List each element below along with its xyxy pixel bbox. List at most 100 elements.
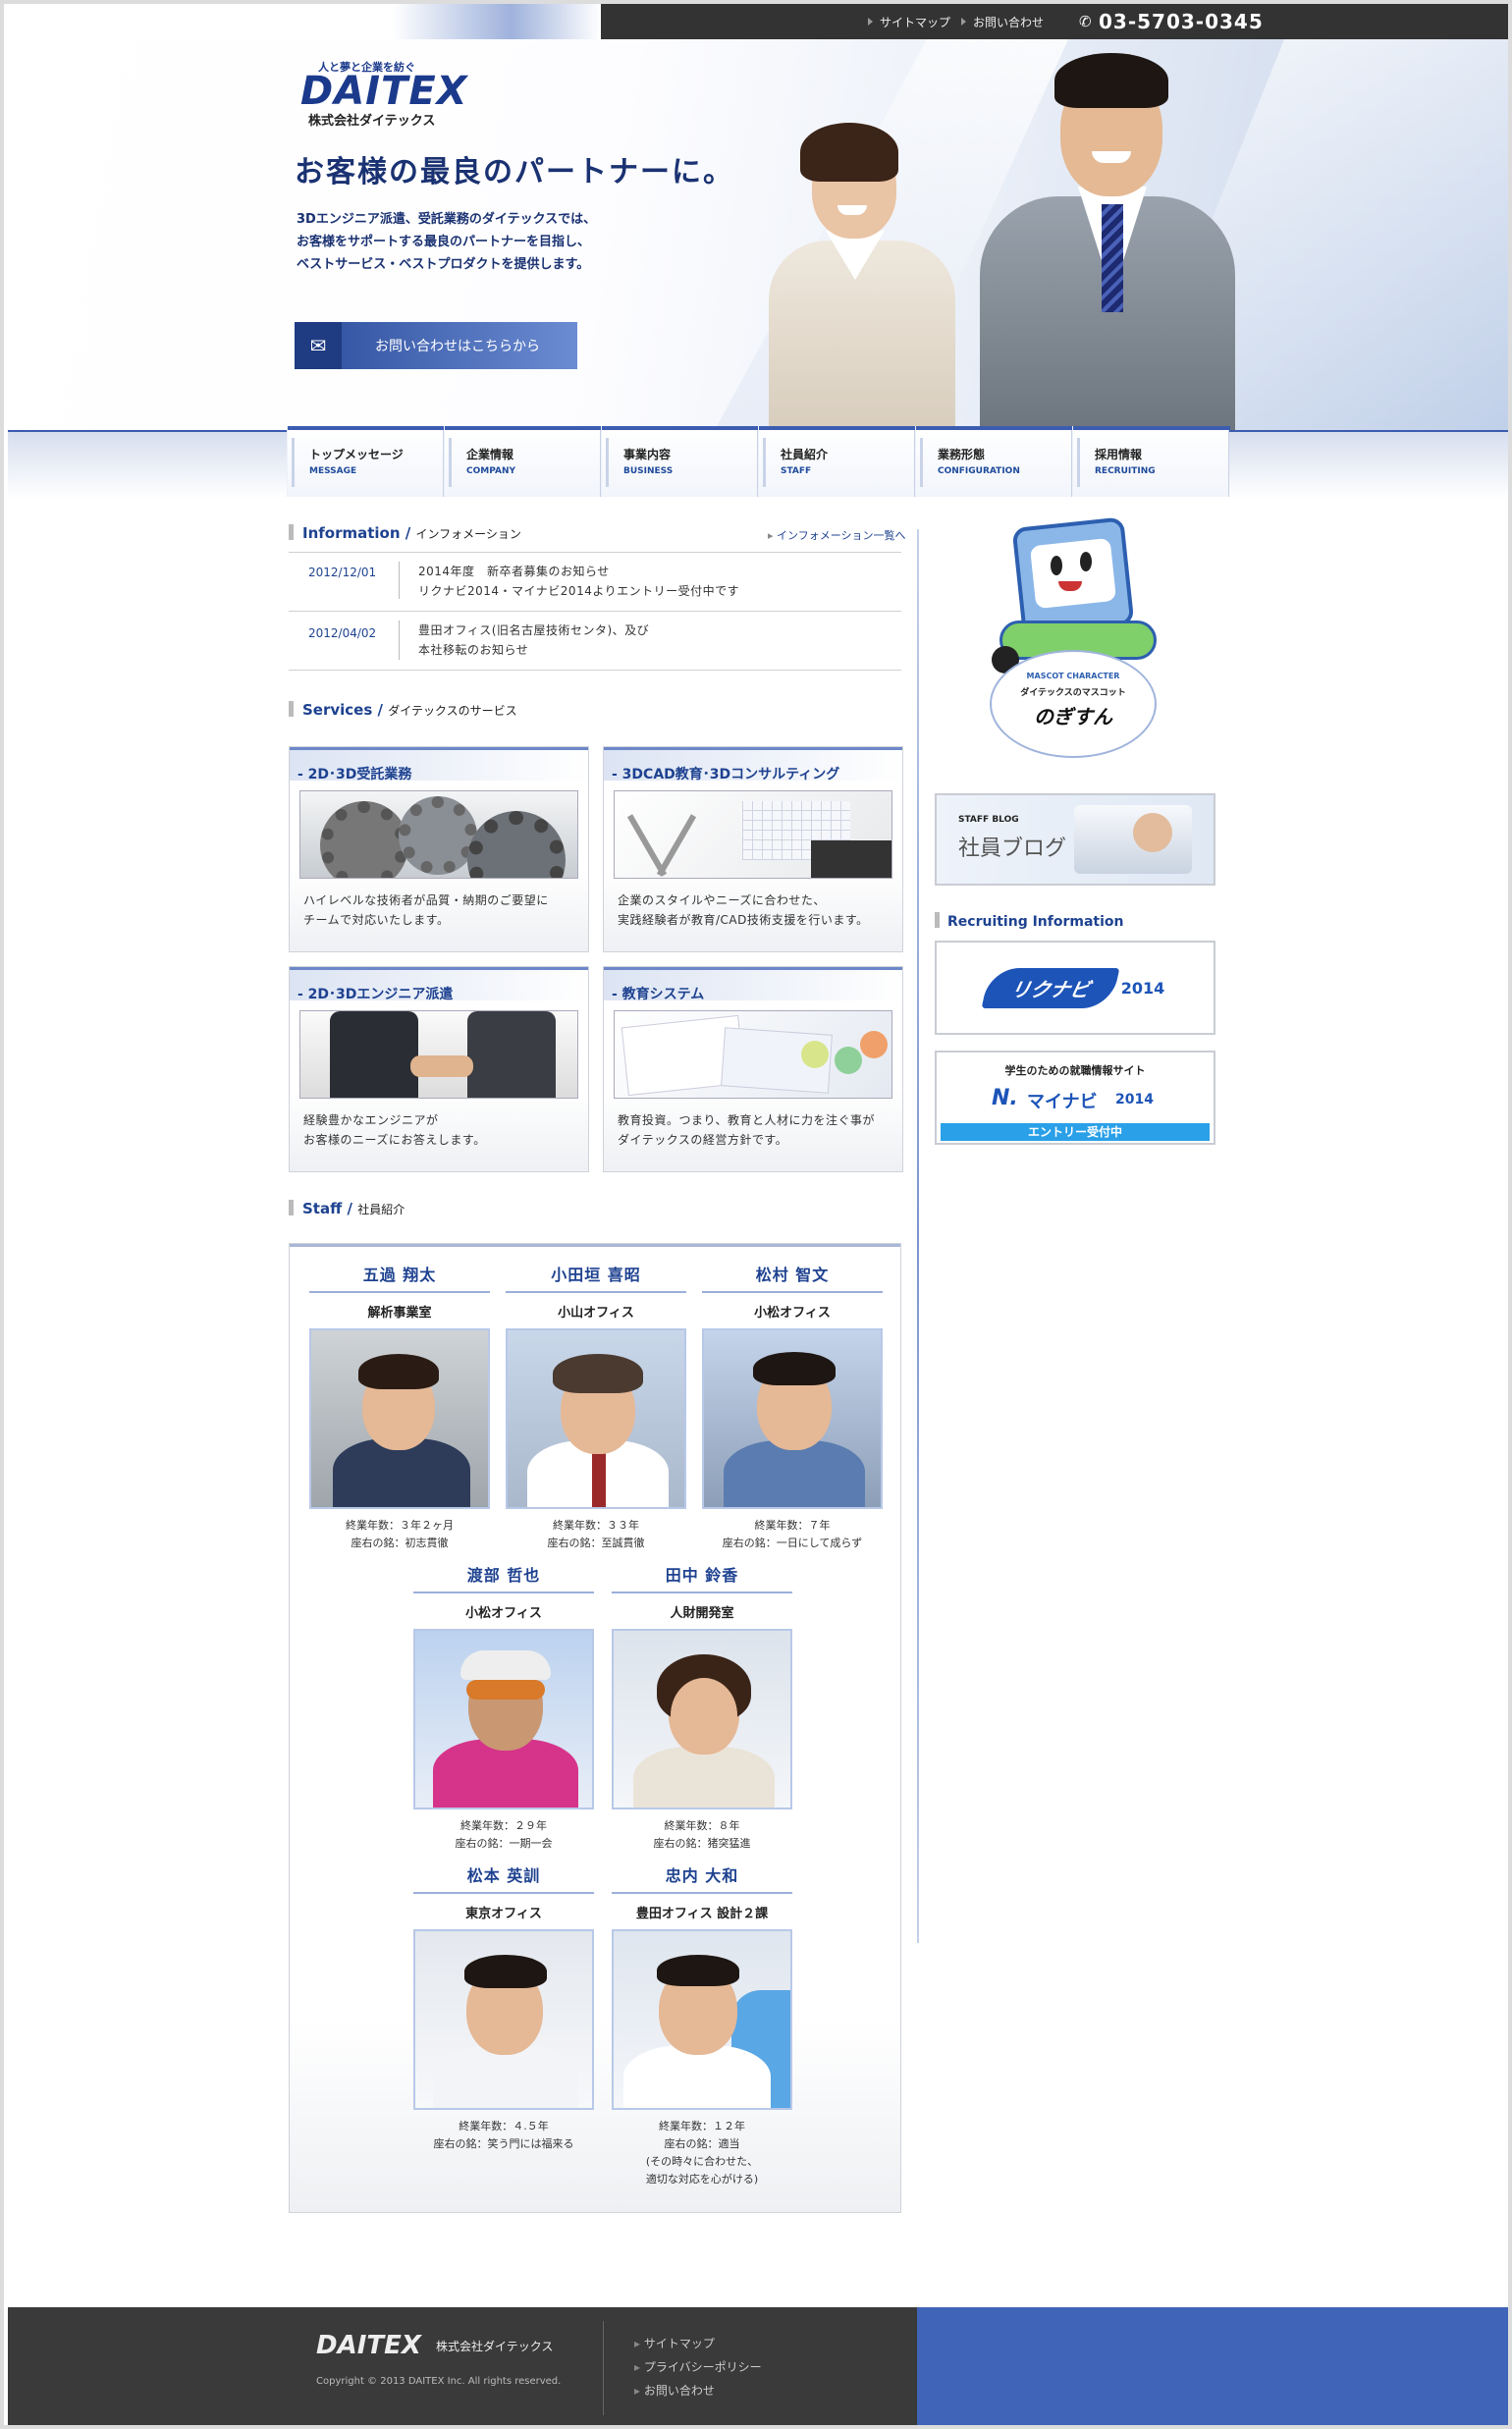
staff-panel: 五過 翔太 解析事業室 終業年数：３年２ヶ月 座右の銘：初志貫徹 小田垣 喜昭 小…: [289, 1243, 901, 2213]
footer-logo[interactable]: DAITEX: [316, 2331, 421, 2360]
contact-cta-button[interactable]: ✉ お問い合わせはこちらから: [295, 322, 577, 369]
staff-card[interactable]: 忠内 大和 豊田オフィス 設計２課 終業年数：１２年 座右の銘：適当 (その時々に合…: [612, 1862, 792, 2188]
mascot-banner[interactable]: MASCOT CHARACTER ダイテックスのマスコット のぎすん: [990, 516, 1157, 758]
contact-link[interactable]: お問い合わせ: [961, 14, 1044, 30]
logo[interactable]: DAITEX: [300, 69, 468, 114]
nav-sublabel: BUSINESS: [623, 466, 674, 476]
divider: [289, 611, 901, 612]
divider: [399, 562, 400, 599]
hero-lead-line: お客様をサポートする最良のパートナーを目指し、: [297, 235, 591, 249]
staff-dept: 解析事業室: [367, 1306, 432, 1321]
info-date: 2012/04/02: [308, 626, 377, 640]
info-line: 本社移転のお知らせ: [418, 643, 529, 657]
nav-item-business[interactable]: 事業内容 BUSINESS: [601, 426, 759, 497]
nav-item-company[interactable]: 企業情報 COMPANY: [444, 426, 602, 497]
mynavi-year: 2014: [1115, 1092, 1154, 1107]
mascot-caption-jp: ダイテックスのマスコット: [1020, 688, 1126, 698]
staff-name: 松本 英訓: [413, 1862, 594, 1894]
nav-label: 社員紹介: [781, 448, 829, 461]
section-title-jp: ダイテックスのサービス: [388, 704, 517, 718]
mascot-name: のぎすん: [1034, 705, 1112, 729]
nav-sublabel: MESSAGE: [309, 466, 357, 476]
divider: [399, 621, 400, 660]
information-list-link[interactable]: インフォメーション一覧へ: [768, 527, 905, 543]
staff-dept: 豊田オフィス 設計２課: [635, 1907, 769, 1921]
service-line: お客様のニーズにお答えします。: [303, 1133, 486, 1147]
staff-card[interactable]: 松本 英訓 東京オフィス 終業年数：４.５年 座右の銘：笑う門には福来る: [413, 1862, 594, 2153]
staff-dept: 東京オフィス: [465, 1907, 542, 1921]
footer-sitemap-link[interactable]: サイトマップ: [634, 2335, 715, 2351]
staff-dept: 人財開発室: [670, 1606, 734, 1621]
hero-lead-line: ベストサービス・ベストプロダクトを提供します。: [297, 257, 590, 272]
staff-card[interactable]: 渡部 哲也 小松オフィス 終業年数：２９年 座右の銘：一期一会: [413, 1562, 594, 1853]
service-line: 企業のスタイルやニーズに合わせた、: [618, 893, 826, 907]
service-title: - 2D･3D受託業務: [290, 747, 588, 783]
services-heading: Services / ダイテックスのサービス: [289, 701, 517, 725]
hero-lead-line: 3Dエンジニア派遣、受託業務のダイテックスでは、: [297, 212, 597, 227]
gears-image: [299, 790, 578, 879]
nav-item-message[interactable]: トップメッセージ MESSAGE: [287, 426, 445, 497]
information-heading: Information / インフォメーション: [289, 524, 521, 548]
service-line: 教育投資。つまり、教育と人材に力を注ぐ事が: [618, 1113, 876, 1127]
staff-card[interactable]: 小田垣 喜昭 小山オフィス 終業年数：３３年 座右の銘：至誠貫徹: [506, 1262, 686, 1552]
staff-photo: [702, 1328, 883, 1509]
phone-icon: ✆: [1079, 13, 1092, 30]
nav-item-staff[interactable]: 社員紹介 STAFF: [758, 426, 916, 497]
nav-label: 企業情報: [466, 448, 514, 461]
staff-motto: 座右の銘：一日にして成らず: [722, 1537, 863, 1549]
staff-card[interactable]: 松村 智文 小松オフィス 終業年数：７年座右の銘：一日にして成らず: [702, 1262, 883, 1552]
nav-sublabel: CONFIGURATION: [938, 466, 1020, 476]
staff-name: 五過 翔太: [309, 1262, 490, 1293]
staff-years: 終業年数：２９年: [460, 1819, 547, 1832]
service-card[interactable]: - 3DCAD教育･3Dコンサルティング 企業のスタイルやニーズに合わせた、 実践…: [603, 746, 903, 952]
staff-years: 終業年数：７年: [754, 1519, 831, 1532]
staff-motto: 座右の銘：適当: [664, 2137, 740, 2150]
nav-label: 事業内容: [623, 448, 672, 461]
staff-blog-banner[interactable]: STAFF BLOG 社員ブログ: [935, 793, 1215, 886]
footer-accent: [917, 2307, 1508, 2425]
info-item[interactable]: 2014年度 新卒者募集のお知らせ リクナビ2014・マイナビ2014よりエント…: [418, 562, 739, 601]
staff-motto: 座右の銘：一期一会: [455, 1837, 553, 1850]
mynavi-mark-icon: N.: [992, 1086, 1018, 1110]
footer-privacy-link[interactable]: プライバシーポリシー: [634, 2358, 762, 2375]
staff-dept: 小松オフィス: [754, 1306, 831, 1321]
staff-motto-note: (その時々に合わせた、: [645, 2155, 759, 2168]
nav-label: トップメッセージ: [309, 448, 404, 461]
cta-label: お問い合わせはこちらから: [375, 339, 540, 354]
service-card[interactable]: - 2D･3D受託業務 ハイレベルな技術者が品質・納期のご要望に チームで対応いた…: [289, 746, 589, 952]
staff-name: 松村 智文: [702, 1262, 883, 1293]
service-card[interactable]: - 教育システム 教育投資。つまり、教育と人材に力を注ぐ事が ダイテックスの経営方…: [603, 966, 903, 1172]
staff-name: 渡部 哲也: [413, 1562, 594, 1593]
staff-motto: 座右の銘：初志貫徹: [351, 1537, 449, 1549]
service-line: 実践経験者が教育/CAD技術支援を行います。: [618, 913, 869, 927]
nav-label: 業務形態: [938, 448, 986, 461]
mynavi-banner[interactable]: 学生のための就職情報サイト N. マイナビ 2014 エントリー受付中: [935, 1051, 1215, 1145]
top-gradient: [4, 4, 601, 39]
nav-sublabel: RECRUITING: [1095, 466, 1156, 476]
nav-item-recruiting[interactable]: 採用情報 RECRUITING: [1072, 426, 1230, 497]
staff-card[interactable]: 田中 鈴香 人財開発室 終業年数：８年 座右の銘：猪突猛進: [612, 1562, 792, 1853]
footer-divider: [603, 2321, 604, 2415]
staff-name: 小田垣 喜昭: [506, 1262, 686, 1293]
service-line: チームで対応いたします。: [303, 913, 450, 927]
section-title-jp: 社員紹介: [357, 1203, 405, 1216]
rikunabi-banner[interactable]: リクナビ 2014: [935, 941, 1215, 1035]
service-description: 教育投資。つまり、教育と人材に力を注ぐ事が ダイテックスの経営方針です。: [618, 1110, 875, 1150]
divider: [289, 670, 901, 671]
sitemap-link[interactable]: サイトマップ: [868, 14, 950, 30]
column-divider: [917, 529, 919, 1943]
service-description: ハイレベルな技術者が品質・納期のご要望に チームで対応いたします。: [303, 891, 549, 930]
staff-name: 忠内 大和: [612, 1862, 792, 1894]
footer-contact-link[interactable]: お問い合わせ: [634, 2382, 715, 2399]
section-title: Information: [302, 524, 401, 542]
mynavi-logo: マイナビ: [1027, 1092, 1098, 1112]
service-card[interactable]: - 2D･3Dエンジニア派遣 経験豊かなエンジニアが お客様のニーズにお答えします…: [289, 966, 589, 1172]
copyright: Copyright © 2013 DAITEX Inc. All rights …: [316, 2376, 562, 2387]
info-item[interactable]: 豊田オフィス(旧名古屋技術センタ)、及び 本社移転のお知らせ: [418, 621, 649, 660]
staff-card[interactable]: 五過 翔太 解析事業室 終業年数：３年２ヶ月 座右の銘：初志貫徹: [309, 1262, 490, 1552]
mascot-caption-en: MASCOT CHARACTER: [1026, 672, 1120, 680]
staff-name: 田中 鈴香: [612, 1562, 792, 1593]
nav-item-configuration[interactable]: 業務形態 CONFIGURATION: [915, 426, 1073, 497]
hero-headline: お客様の最良のパートナーに。: [295, 155, 734, 189]
staff-photo: [309, 1328, 490, 1509]
